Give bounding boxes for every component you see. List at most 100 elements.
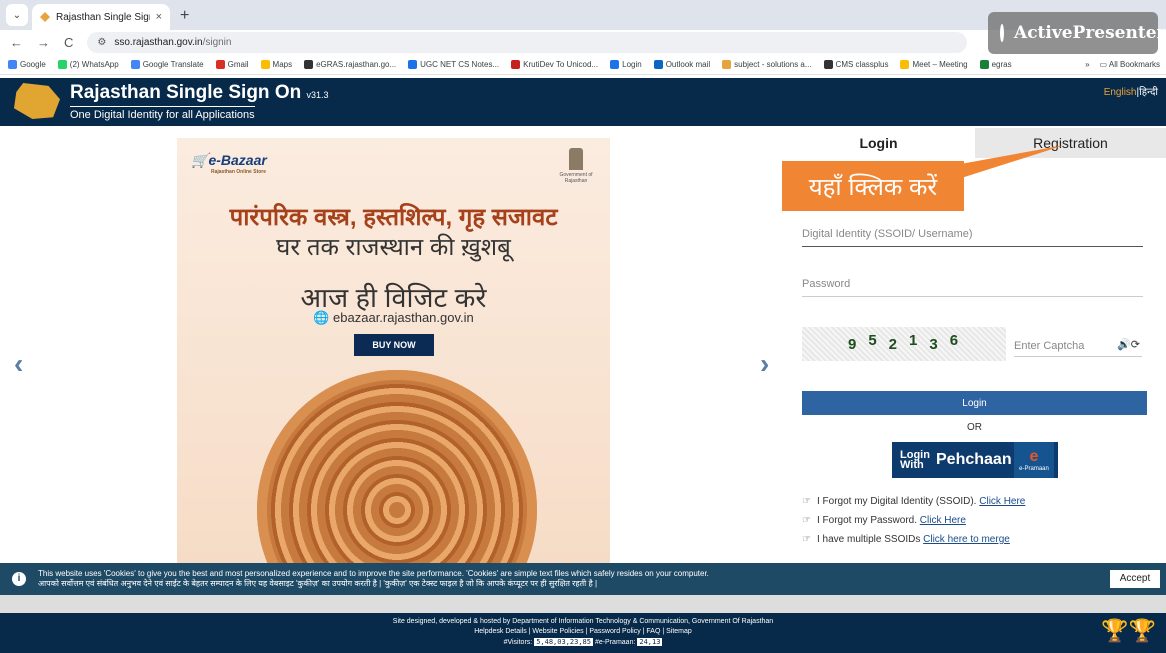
bookmark-item[interactable]: CMS classplus [823, 60, 889, 69]
bookmark-label: Google [20, 60, 46, 69]
browser-tab[interactable]: Rajasthan Single Sign On (88) × [32, 4, 170, 30]
banner-headline: पारंपरिक वस्त्र, हस्तशिल्प, गृह सजावट [229, 204, 558, 231]
site-footer: Site designed, developed & hosted by Dep… [0, 613, 1166, 653]
footer-links[interactable]: Helpdesk Details | Website Policies | Pa… [0, 627, 1166, 637]
epramaan-count-label: #e-Pramaan: [594, 639, 636, 646]
bookmark-item[interactable]: KrutiDev To Unicod... [511, 60, 598, 69]
captcha-digit: 9 [847, 335, 859, 353]
language-switch: English|हिन्दी [1104, 84, 1158, 98]
bookmark-favicon-icon [57, 60, 67, 69]
activepresenter-label: ActivePresenter [1014, 23, 1166, 43]
bookmark-label: Google Translate [142, 60, 204, 69]
forgot-ssoid-row: ☞ I Forgot my Digital Identity (SSOID). C… [802, 492, 1025, 511]
ebazaar-tagline: Rajasthan Online Store [211, 169, 267, 175]
bookmark-item[interactable]: eGRAS.rajasthan.go... [304, 60, 396, 69]
footer-credit: Site designed, developed & hosted by Dep… [392, 618, 774, 625]
rajasthan-map-logo-icon[interactable] [14, 83, 60, 119]
login-button[interactable]: Login [802, 391, 1147, 415]
bookmark-item[interactable]: Outlook mail [653, 60, 711, 69]
merge-ssoid-link[interactable]: Click here to merge [923, 534, 1010, 545]
ssoid-input[interactable]: Digital Identity (SSOID/ Username) [802, 228, 1143, 247]
callout-pointer [955, 145, 1065, 180]
activepresenter-overlay: ActivePresenter [988, 12, 1165, 54]
decorative-plate-image [257, 370, 537, 568]
ebazaar-brand: e-Bazaar [208, 152, 267, 168]
slider-prev-button[interactable]: ‹ [14, 348, 23, 380]
pointing-hand-icon: ☞ [802, 496, 811, 507]
accept-cookies-button[interactable]: Accept [1110, 570, 1160, 588]
tab-close-icon[interactable]: × [156, 11, 162, 23]
slider-next-button[interactable]: › [760, 348, 769, 380]
pehchaan-name: Pehchaan [936, 451, 1012, 468]
epramaan-count: 24,13 [637, 638, 663, 646]
epramaan-e-icon: e [1029, 448, 1039, 465]
bookmark-item[interactable]: Gmail [215, 60, 249, 69]
bookmark-label: Meet – Meeting [912, 60, 968, 69]
cookie-text-hi: आपको सर्वोत्तम एवं संबंधित अनुभव देने एव… [38, 579, 598, 588]
bookmark-label: eGRAS.rajasthan.go... [316, 60, 397, 69]
promo-banner[interactable]: 🛒e-Bazaar Rajasthan Online Store Governm… [177, 138, 610, 568]
tab-login[interactable]: Login [782, 128, 975, 158]
bookmark-favicon-icon [823, 60, 833, 69]
url-path: /signin [202, 37, 232, 48]
or-divider: OR [967, 422, 982, 433]
site-info-icon[interactable]: ⚙ [97, 37, 106, 48]
bookmark-item[interactable]: Google Translate [130, 60, 204, 69]
pointing-hand-icon: ☞ [802, 534, 811, 545]
bookmark-item[interactable]: UGC NET CS Notes... [408, 60, 499, 69]
bookmarks-bar: Google (2) WhatsApp Google Translate Gmail M… [0, 55, 1166, 75]
bookmark-favicon-icon [260, 60, 270, 69]
footer-counters: #Visitors: 5,48,03,23,85 #e-Pramaan: 24,… [0, 637, 1166, 648]
activepresenter-logo-icon [1000, 24, 1004, 42]
bookmark-item[interactable]: egras [979, 60, 1012, 69]
forgot-password-link[interactable]: Click Here [920, 515, 966, 526]
forward-icon[interactable]: → [37, 35, 50, 50]
forgot-ssoid-link[interactable]: Click Here [979, 496, 1025, 507]
bookmark-item[interactable]: Google [8, 60, 46, 69]
merge-ssoid-row: ☞ I have multiple SSOIDs Click here to me… [802, 530, 1025, 549]
bookmark-label: egras [991, 60, 1012, 69]
back-icon[interactable]: ← [10, 35, 23, 50]
epramaan-logo: e e-Pramaan [1014, 442, 1054, 478]
captcha-digit: 5 [868, 331, 879, 349]
bookmark-item[interactable]: Login [610, 60, 642, 69]
buy-now-button[interactable]: BUY NOW [354, 334, 434, 356]
bookmark-favicon-icon [979, 60, 989, 69]
bookmark-label: (2) WhatsApp [69, 60, 119, 69]
new-tab-button[interactable]: + [180, 7, 189, 25]
site-subtitle: One Digital Identity for all Application… [70, 106, 255, 121]
login-with-pehchaan-button[interactable]: Login With Pehchaan e e-Pramaan [892, 442, 1058, 478]
reload-icon[interactable]: C [64, 35, 73, 50]
tab-list-button[interactable]: ⌄ [6, 4, 28, 26]
address-bar[interactable]: ⚙ sso.rajasthan.gov.in/signin [87, 32, 968, 53]
bookmark-favicon-icon [130, 60, 140, 69]
bookmark-favicon-icon [722, 60, 732, 69]
bookmarks-more-button[interactable]: » [1085, 60, 1089, 69]
bookmark-label: CMS classplus [835, 60, 889, 69]
bookmark-item[interactable]: (2) WhatsApp [57, 60, 119, 69]
lang-english-link[interactable]: English [1104, 87, 1137, 98]
pehchaan-with-text: With [900, 459, 924, 471]
captcha-audio-refresh-icons[interactable]: 🔊⟳ [1117, 338, 1140, 351]
forgot-ssoid-text: I Forgot my Digital Identity (SSOID). [816, 496, 977, 507]
registration-callout: यहाँ क्लिक करें [782, 161, 964, 211]
bookmark-favicon-icon [408, 60, 418, 69]
bookmark-item[interactable]: Meet – Meeting [900, 60, 968, 69]
site-title-text: Rajasthan Single Sign On [70, 82, 302, 103]
cookie-text-en: This website uses 'Cookies' to give you … [38, 569, 709, 578]
captcha-digit: 6 [949, 331, 961, 349]
bookmark-favicon-icon [610, 60, 620, 69]
lang-hindi-link[interactable]: हिन्दी [1139, 87, 1158, 98]
gov-label: Government of Rajasthan [559, 172, 593, 184]
password-input[interactable]: Password [802, 278, 1143, 297]
bookmark-item[interactable]: subject - solutions a... [722, 60, 812, 69]
bookmark-item[interactable]: Maps [260, 60, 292, 69]
epramaan-label: e-Pramaan [1019, 466, 1049, 472]
captcha-digit: 3 [929, 335, 940, 353]
bookmark-label: UGC NET CS Notes... [420, 60, 500, 69]
site-title: Rajasthan Single Sign On v31.3 [70, 82, 329, 104]
merge-ssoid-text: I have multiple SSOIDs [816, 534, 921, 545]
bookmark-label: Outlook mail [665, 60, 711, 69]
forgot-password-text: I Forgot my Password. [816, 515, 917, 526]
all-bookmarks-button[interactable]: ▭ All Bookmarks [1100, 60, 1160, 69]
